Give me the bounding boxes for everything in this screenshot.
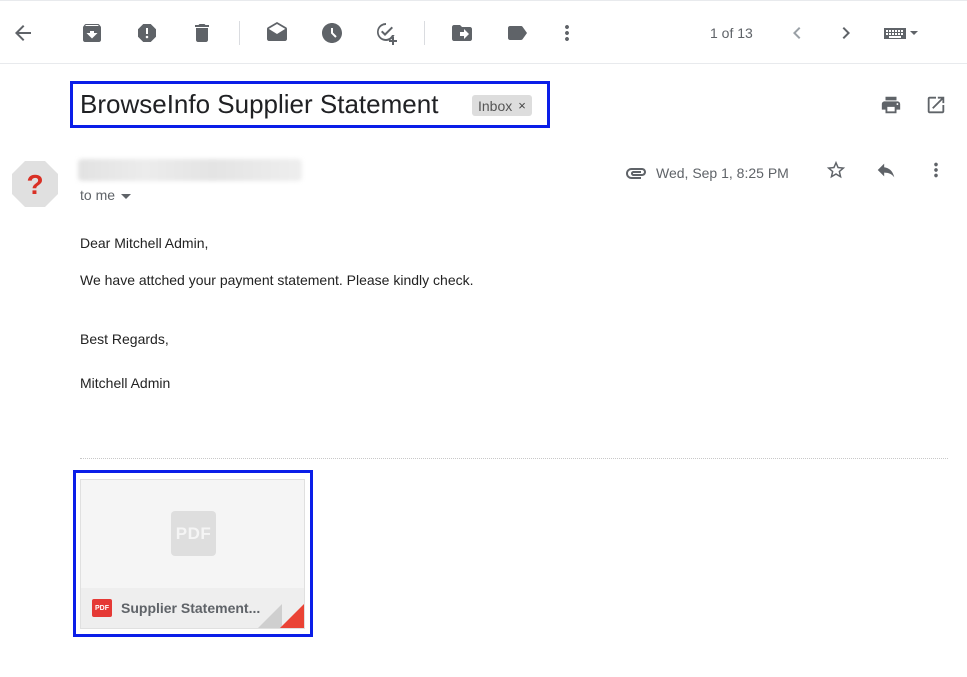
pager-count: 1 of 13: [710, 25, 753, 41]
message-date: Wed, Sep 1, 8:25 PM: [656, 165, 789, 181]
pdf-badge-icon: PDF: [92, 599, 112, 617]
toolbar-divider: [424, 21, 425, 45]
keyboard-icon[interactable]: [876, 17, 924, 49]
report-spam-icon[interactable]: [131, 17, 163, 49]
inbox-label-chip[interactable]: Inbox ×: [472, 95, 532, 116]
attachment-filename: Supplier Statement...: [121, 600, 261, 616]
attachment-paperclip-icon: [626, 168, 646, 179]
message-toolbar: 1 of 13: [0, 0, 967, 64]
newer-chevron-left-icon[interactable]: [781, 17, 813, 49]
snooze-icon[interactable]: [316, 17, 348, 49]
attachments-divider: [80, 458, 948, 459]
toolbar-divider: [239, 21, 240, 45]
body-closing: Best Regards,: [80, 331, 169, 347]
open-in-new-window-icon[interactable]: [922, 91, 950, 119]
unknown-sender-icon: ?: [12, 161, 58, 207]
recipient-details-toggle[interactable]: to me: [80, 187, 132, 203]
message-meta: Wed, Sep 1, 8:25 PM: [624, 161, 789, 185]
sender-name-redacted: [78, 159, 302, 181]
body-signature: Mitchell Admin: [80, 375, 171, 391]
remove-label-icon[interactable]: ×: [518, 98, 526, 113]
delete-icon[interactable]: [186, 17, 218, 49]
pdf-file-icon: PDF: [171, 511, 216, 556]
mark-unread-icon[interactable]: [261, 17, 293, 49]
page-fold-icon: [258, 604, 282, 628]
reply-icon[interactable]: [872, 156, 900, 184]
move-to-icon[interactable]: [446, 17, 478, 49]
archive-icon[interactable]: [76, 17, 108, 49]
message-more-vert-icon[interactable]: [922, 156, 950, 184]
star-icon[interactable]: [822, 156, 850, 184]
pdf-corner-icon: [280, 604, 304, 628]
caret-down-icon: [121, 193, 132, 199]
body-greeting: Dear Mitchell Admin,: [80, 235, 209, 251]
older-chevron-right-icon[interactable]: [830, 17, 862, 49]
print-icon[interactable]: [877, 91, 905, 119]
sender-avatar[interactable]: ?: [11, 160, 59, 208]
add-to-tasks-icon[interactable]: [371, 17, 403, 49]
more-vert-icon[interactable]: [551, 17, 583, 49]
back-arrow-icon[interactable]: [7, 17, 39, 49]
recipient-text: to me: [80, 187, 116, 203]
attachment-footer: PDF Supplier Statement...: [81, 588, 304, 628]
body-line: We have attched your payment statement. …: [80, 272, 474, 288]
attachment-card[interactable]: PDF PDF Supplier Statement...: [80, 479, 305, 629]
email-subject: BrowseInfo Supplier Statement: [80, 89, 439, 119]
label-text: Inbox: [478, 97, 513, 114]
labels-icon[interactable]: [501, 17, 533, 49]
attachment-preview: PDF: [81, 480, 304, 588]
svg-text:?: ?: [26, 169, 43, 200]
